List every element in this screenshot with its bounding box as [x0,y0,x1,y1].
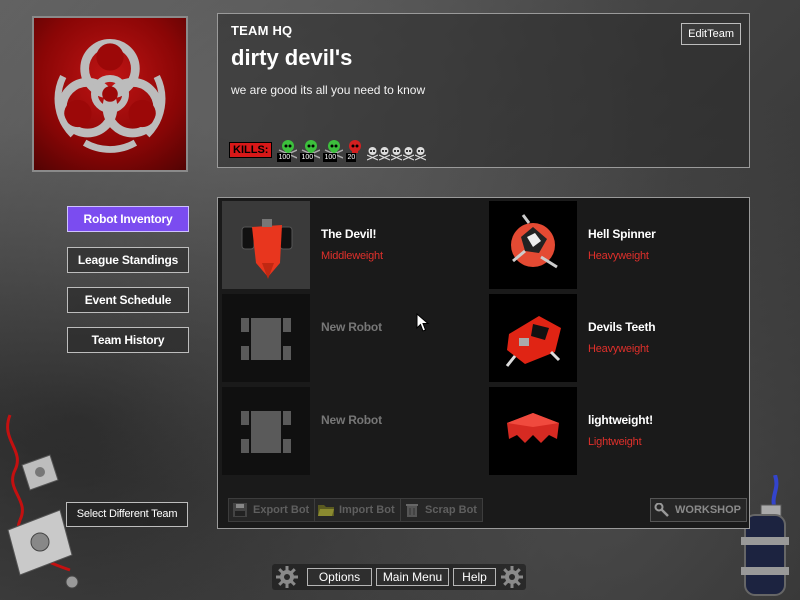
team-history-button[interactable]: Team History [67,327,189,353]
skull-icon: 100 [321,138,344,162]
robot-thumbnail[interactable] [222,387,310,475]
robot-class: Heavyweight [588,343,649,355]
event-schedule-button[interactable]: Event Schedule [67,287,189,313]
robot-thumbnail[interactable] [489,201,577,289]
kills-label: KILLS: [229,142,273,158]
options-button[interactable]: Options [307,568,372,586]
help-button[interactable]: Help [453,568,496,586]
robot-class: Middleweight [321,250,383,262]
gear-icon [501,566,523,588]
robot-image [505,316,561,367]
robot-thumbnail[interactable] [222,294,310,382]
robot-image [507,413,559,443]
skull-icon [367,147,379,161]
robot-name: New Robot [321,413,382,427]
floppy-icon [233,503,247,517]
robot-slot[interactable]: lightweight! Lightweight [485,384,747,475]
robot-inventory-panel: The Devil! Middleweight Hell Spinner Hea… [217,197,750,529]
robot-slot[interactable]: Hell Spinner Heavyweight [485,198,747,289]
robot-image [241,219,293,279]
robot-slot[interactable]: New Robot [218,384,480,475]
kills-row: KILLS: 100 100 100 20 [229,138,427,162]
team-motto: we are good its all you need to know [231,83,426,97]
robot-thumbnail[interactable] [222,201,310,289]
kill-count: 100 [277,153,292,162]
skull-icon [391,147,403,161]
robot-inventory-button[interactable]: Robot Inventory [67,206,189,232]
robot-image [511,214,558,269]
scrap-bot-button[interactable]: Scrap Bot [400,498,483,522]
trash-icon [406,504,418,517]
robot-thumbnail[interactable] [489,387,577,475]
empty-robot-icon [241,411,291,453]
panel-title: TEAM HQ [231,23,293,38]
robot-slot[interactable]: New Robot [218,291,480,382]
robot-name: Devils Teeth [588,320,656,334]
workshop-button[interactable]: WORKSHOP [650,498,747,522]
import-bot-button[interactable]: Import Bot [314,498,401,522]
skull-icon: 20 [344,138,366,162]
robot-name: Hell Spinner [588,227,656,241]
scrap-bot-label: Scrap Bot [425,504,477,516]
kill-count: 100 [323,153,338,162]
skull-icon [379,147,391,161]
biohazard-icon [54,38,166,153]
robot-thumbnail[interactable] [489,294,577,382]
skull-icon: 100 [275,138,298,162]
folder-icon [318,505,334,516]
export-bot-button[interactable]: Export Bot [228,498,316,522]
wrench-icon [654,503,669,517]
select-different-team-button[interactable]: Select Different Team [66,502,188,527]
gear-icon [276,566,298,588]
skull-icon [403,147,415,161]
kill-count: 20 [346,153,357,162]
robot-class: Lightweight [588,436,642,448]
workshop-label: WORKSHOP [675,504,741,516]
robot-slot[interactable]: Devils Teeth Heavyweight [485,291,747,382]
team-name: dirty devil's [231,45,353,70]
kill-count: 100 [300,153,315,162]
team-logo [32,16,188,172]
team-hq-panel: TEAM HQ dirty devil's we are good its al… [217,13,750,168]
robot-name: lightweight! [588,413,653,427]
skull-icon: 100 [298,138,321,162]
robot-class: Heavyweight [588,250,649,262]
cursor-icon [416,313,430,332]
edit-team-button[interactable]: EditTeam [681,23,741,45]
main-menu-button[interactable]: Main Menu [376,568,449,586]
bottom-menu-bar: Options Main Menu Help [272,564,526,590]
robot-name: New Robot [321,320,382,334]
skull-icon [415,147,427,161]
export-bot-label: Export Bot [253,504,310,516]
import-bot-label: Import Bot [339,504,395,516]
league-standings-button[interactable]: League Standings [67,247,189,273]
robot-name: The Devil! [321,227,377,241]
robot-slot[interactable]: The Devil! Middleweight [218,198,480,289]
empty-robot-icon [241,318,291,360]
